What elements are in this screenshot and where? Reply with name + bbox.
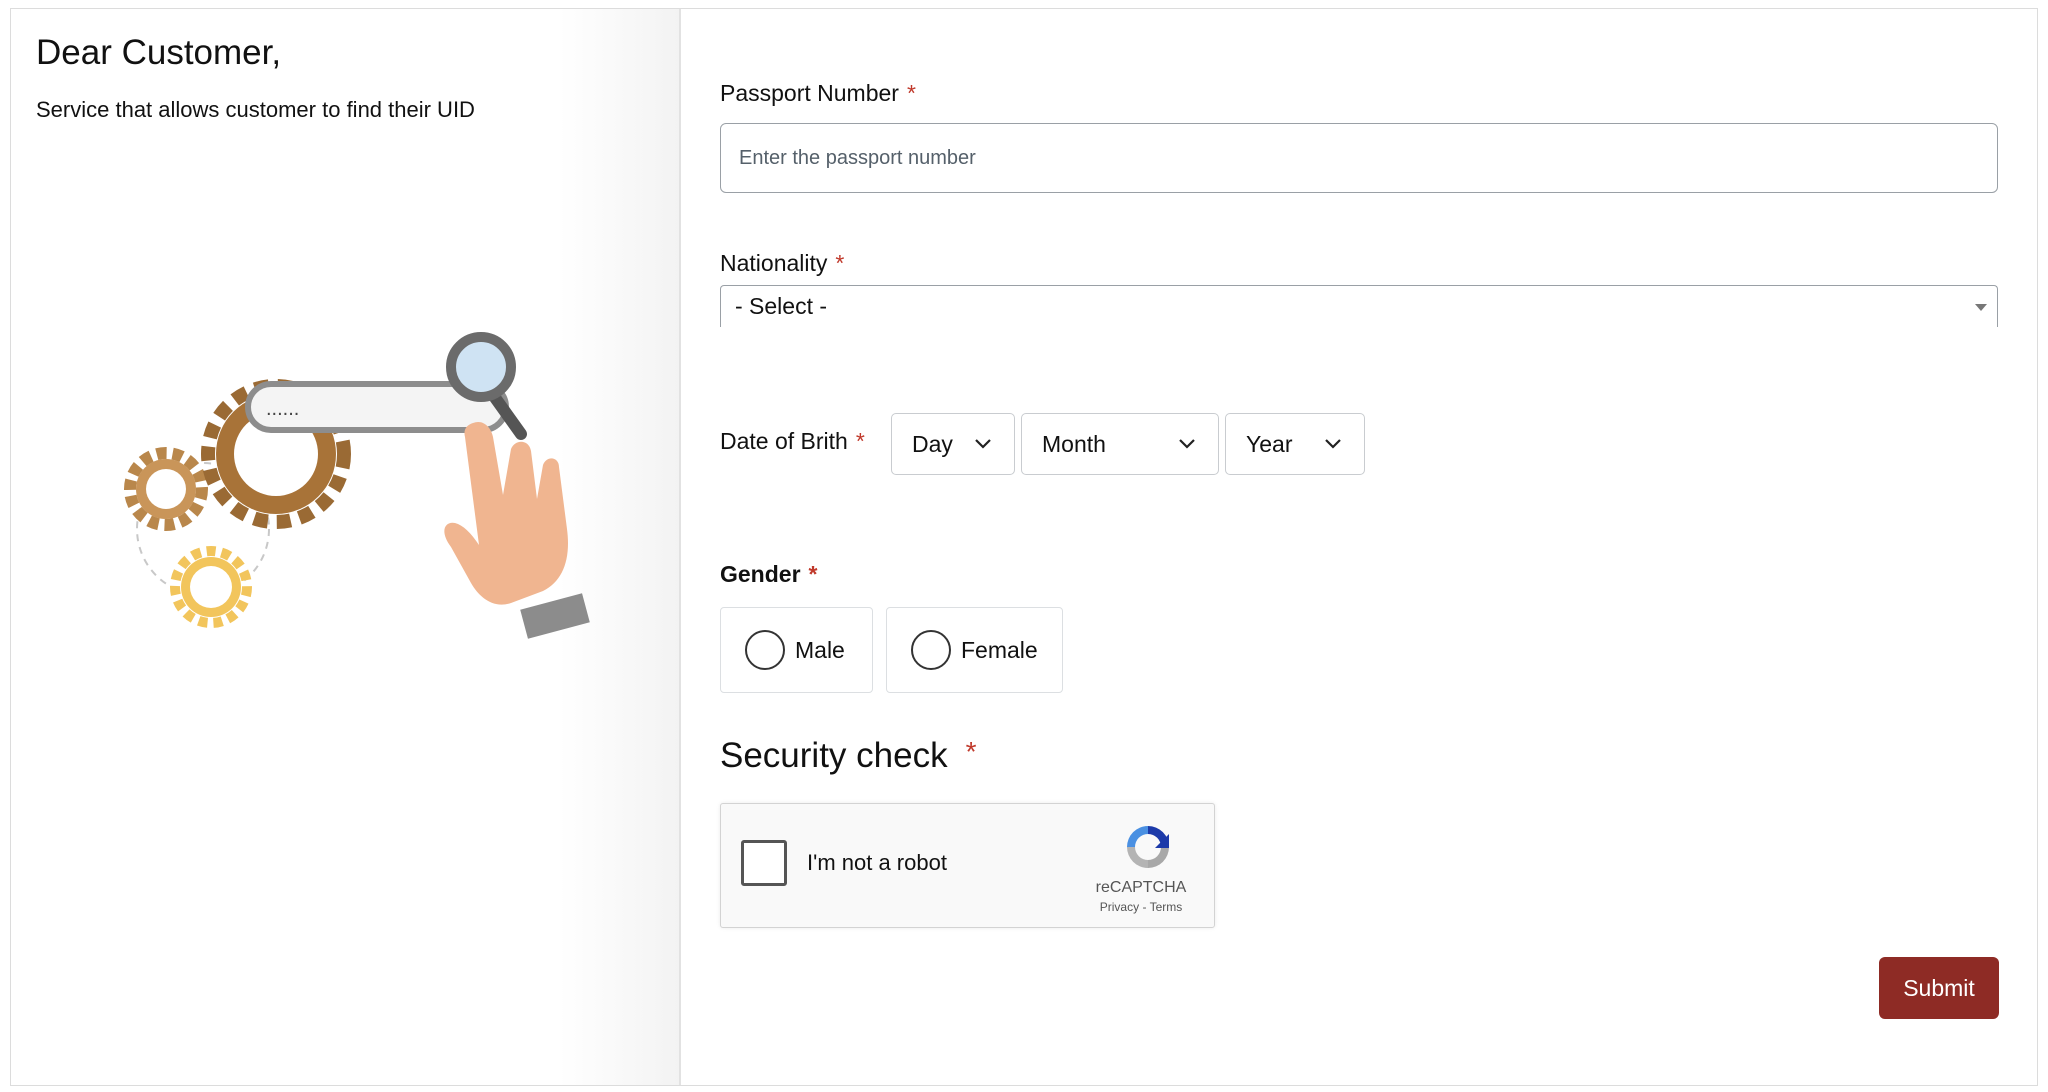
chevron-down-icon bbox=[1325, 439, 1341, 449]
dob-label: Date of Brith * bbox=[720, 428, 865, 455]
chevron-down-icon bbox=[975, 439, 991, 449]
passport-label-text: Passport Number bbox=[720, 80, 899, 106]
month-select-label: Month bbox=[1042, 430, 1106, 457]
terms-link[interactable]: Terms bbox=[1150, 900, 1183, 914]
captcha-label: I'm not a robot bbox=[807, 850, 947, 875]
gender-label: Gender * bbox=[720, 561, 817, 588]
radio-button-female[interactable] bbox=[911, 630, 951, 670]
gold-gear-icon bbox=[170, 546, 252, 628]
security-check-heading: Security check * bbox=[720, 736, 977, 776]
recaptcha-brand: reCAPTCHA bbox=[1095, 879, 1187, 896]
required-mark: * bbox=[855, 428, 865, 454]
service-description: Service that allows customer to find the… bbox=[36, 97, 475, 122]
day-select[interactable]: Day bbox=[891, 413, 1015, 475]
caret-down-icon bbox=[1975, 304, 1987, 311]
passport-label: Passport Number * bbox=[720, 80, 916, 107]
required-mark: * bbox=[965, 736, 977, 767]
gender-option-label: Female bbox=[961, 636, 1038, 663]
hand-icon bbox=[444, 421, 590, 639]
submit-button[interactable]: Submit bbox=[1879, 957, 1999, 1019]
greeting-heading: Dear Customer, bbox=[36, 33, 282, 72]
month-select[interactable]: Month bbox=[1021, 413, 1219, 475]
dob-label-text: Date of Brith bbox=[720, 428, 848, 454]
illustration-search-text: ...... bbox=[266, 398, 299, 420]
captcha-checkbox[interactable] bbox=[741, 840, 787, 886]
day-select-label: Day bbox=[912, 430, 953, 457]
nationality-label-text: Nationality bbox=[720, 250, 828, 276]
nationality-selected-value: - Select - bbox=[735, 293, 828, 319]
gender-option-label: Male bbox=[795, 636, 845, 663]
panel-divider bbox=[679, 9, 681, 1085]
year-select-label: Year bbox=[1246, 430, 1293, 457]
privacy-link[interactable]: Privacy bbox=[1100, 900, 1139, 914]
recaptcha-links: Privacy - Terms bbox=[1081, 900, 1201, 914]
links-separator: - bbox=[1142, 900, 1147, 914]
security-check-title: Security check bbox=[720, 736, 948, 775]
small-gear-icon bbox=[124, 447, 208, 531]
radio-button-male[interactable] bbox=[745, 630, 785, 670]
intro-panel: Dear Customer, Service that allows custo… bbox=[11, 9, 679, 1085]
nationality-label: Nationality * bbox=[720, 250, 844, 277]
gender-option-female[interactable]: Female bbox=[886, 607, 1063, 693]
gender-option-male[interactable]: Male bbox=[720, 607, 873, 693]
nationality-select[interactable]: - Select - bbox=[720, 285, 1998, 327]
recaptcha-widget: I'm not a robot reCAPTCHA Privacy - Term… bbox=[720, 803, 1215, 928]
gears-search-illustration: ...... bbox=[124, 332, 590, 639]
required-mark: * bbox=[906, 80, 916, 106]
year-select[interactable]: Year bbox=[1225, 413, 1365, 475]
recaptcha-icon bbox=[1127, 826, 1169, 868]
passport-number-input[interactable] bbox=[720, 123, 1998, 193]
required-mark: * bbox=[808, 561, 818, 587]
gender-label-text: Gender bbox=[720, 561, 801, 587]
required-mark: * bbox=[835, 250, 845, 276]
chevron-down-icon bbox=[1179, 439, 1195, 449]
